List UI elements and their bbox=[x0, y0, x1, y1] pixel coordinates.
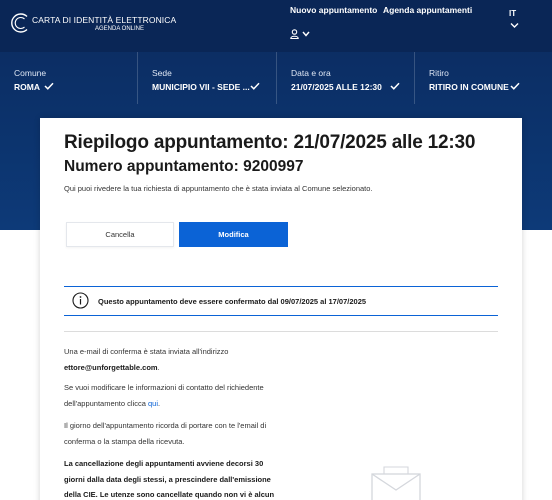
step-label: Data e ora bbox=[291, 68, 331, 78]
punctuation: . bbox=[157, 362, 160, 372]
step-value: 21/07/2025 ALLE 12:30 bbox=[291, 82, 382, 92]
text-line: Una e-mail di conferma è stata inviata a… bbox=[64, 347, 229, 356]
punctuation: . bbox=[158, 398, 161, 408]
cie-logo[interactable]: CARTA DI IDENTITÀ ELETTRONICA AGENDA ONL… bbox=[8, 10, 176, 36]
summary-card: Riepilogo appuntamento: 21/07/2025 alle … bbox=[40, 118, 522, 500]
cancellation-policy-text: La cancellazione degli appuntamenti avvi… bbox=[64, 456, 274, 500]
logo-subtitle: AGENDA ONLINE bbox=[95, 26, 145, 32]
nav-agenda[interactable]: Agenda appuntamenti bbox=[383, 5, 472, 15]
intro-text: Qui puoi rivedere la tua richiesta di ap… bbox=[64, 184, 373, 193]
step-value: MUNICIPIO VII - SEDE ... bbox=[152, 82, 250, 92]
step-label: Sede bbox=[152, 68, 172, 78]
envelope-icon bbox=[371, 466, 421, 500]
check-icon bbox=[390, 82, 400, 90]
modify-contact-link[interactable]: qui bbox=[148, 399, 158, 408]
step-data-ora[interactable]: Data e ora 21/07/2025 ALLE 12:30 bbox=[277, 52, 415, 104]
text-line: giorni dalla data degli stessi, a presci… bbox=[64, 472, 274, 488]
check-icon bbox=[250, 82, 260, 90]
check-icon bbox=[44, 82, 54, 90]
info-icon bbox=[72, 292, 89, 309]
email-confirmation-text: Una e-mail di conferma è stata inviata a… bbox=[64, 344, 228, 375]
bold-text: giorni dalla data degli stessi, a presci… bbox=[64, 474, 271, 484]
page-title: Riepilogo appuntamento: 21/07/2025 alle … bbox=[64, 132, 476, 153]
reminder-text: Il giorno dell'appuntamento ricorda di p… bbox=[64, 418, 266, 449]
check-icon bbox=[510, 82, 520, 90]
text-line: dell'appuntamento clicca qui. bbox=[64, 396, 264, 412]
step-ritiro[interactable]: Ritiro RITIRO IN COMUNE bbox=[415, 52, 552, 104]
text-line: La cancellazione degli appuntamenti avvi… bbox=[64, 456, 274, 472]
top-navigation: CARTA DI IDENTITÀ ELETTRONICA AGENDA ONL… bbox=[0, 0, 552, 52]
text-line: conferma o la stampa della ricevuta. bbox=[64, 436, 185, 446]
user-menu[interactable] bbox=[290, 28, 312, 40]
chevron-down-icon bbox=[302, 31, 310, 37]
email-address: ettore@unforgettable.com bbox=[64, 362, 158, 372]
step-comune[interactable]: Comune ROMA bbox=[0, 52, 138, 104]
bold-text: La cancellazione degli appuntamenti avvi… bbox=[64, 459, 264, 468]
text-line: Il giorno dell'appuntamento ricorda di p… bbox=[64, 421, 267, 430]
confirmation-notice: Questo appuntamento deve essere conferma… bbox=[64, 287, 498, 315]
appointment-number: Numero appuntamento: 9200997 bbox=[64, 158, 304, 175]
step-label: Ritiro bbox=[429, 68, 449, 78]
logo-title: CARTA DI IDENTITÀ ELETTRONICA bbox=[32, 15, 177, 25]
language-selector[interactable]: IT bbox=[509, 9, 516, 18]
text-line: della CIE. Le utenze sono cancellate qua… bbox=[64, 487, 274, 500]
modify-button[interactable]: Modifica bbox=[179, 222, 288, 247]
user-icon bbox=[290, 29, 299, 39]
divider bbox=[64, 315, 498, 316]
nav-new-appointment[interactable]: Nuovo appuntamento bbox=[290, 5, 377, 15]
divider bbox=[64, 331, 498, 332]
text-fragment: dell'appuntamento clicca bbox=[64, 398, 148, 408]
step-sede[interactable]: Sede MUNICIPIO VII - SEDE ... bbox=[138, 52, 277, 104]
step-value: ROMA bbox=[14, 82, 40, 92]
bold-text: della CIE. Le utenze sono cancellate qua… bbox=[64, 490, 275, 499]
text-line: ettore@unforgettable.com. bbox=[64, 360, 228, 376]
notice-text: Questo appuntamento deve essere conferma… bbox=[98, 297, 367, 306]
cie-logo-icon bbox=[11, 13, 28, 33]
step-label: Comune bbox=[14, 68, 47, 78]
step-value: RITIRO IN COMUNE bbox=[429, 82, 509, 92]
modify-contact-text: Se vuoi modificare le informazioni di co… bbox=[64, 380, 264, 411]
cancel-button[interactable]: Cancella bbox=[66, 222, 174, 247]
chevron-down-icon[interactable] bbox=[510, 22, 519, 29]
text-line: Se vuoi modificare le informazioni di co… bbox=[64, 383, 264, 392]
